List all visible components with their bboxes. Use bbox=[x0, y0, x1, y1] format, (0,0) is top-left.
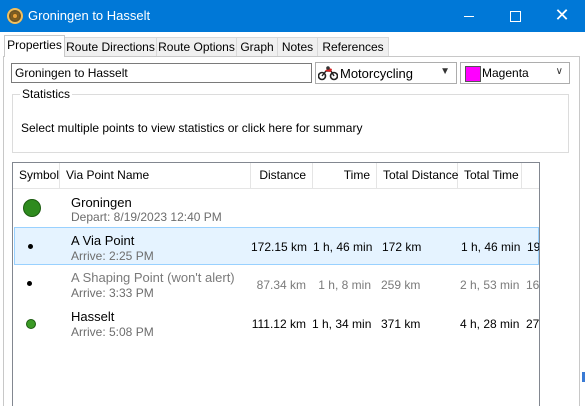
color-select[interactable]: Magenta ∨ bbox=[460, 62, 570, 84]
color-swatch bbox=[465, 66, 481, 82]
via-point-time: Depart: 8/19/2023 12:40 PM bbox=[71, 210, 222, 224]
chevron-down-icon: ∨ bbox=[555, 66, 563, 77]
title-bar: Groningen to Hasselt ✕ bbox=[0, 0, 585, 32]
small-green-dot-icon bbox=[26, 319, 36, 329]
table-row[interactable]: Hasselt Arrive: 5:08 PM 111.12 km 1 h, 3… bbox=[13, 304, 539, 342]
minimize-button[interactable] bbox=[446, 0, 492, 32]
time-cell: 1 h, 46 min bbox=[313, 240, 373, 254]
total-time-cell: 2 h, 53 min bbox=[460, 278, 520, 292]
table-row[interactable]: A Via Point Arrive: 2:25 PM 172.15 km 1 … bbox=[14, 227, 539, 265]
maximize-button[interactable] bbox=[492, 0, 538, 32]
column-header-symbol[interactable]: Symbol bbox=[13, 163, 60, 188]
motorcycle-icon bbox=[318, 66, 338, 81]
via-point-time: Arrive: 5:08 PM bbox=[71, 325, 154, 339]
window-title: Groningen to Hasselt bbox=[28, 8, 151, 23]
list-header: Symbol Via Point Name Distance Time Tota… bbox=[13, 163, 539, 189]
table-row[interactable]: Groningen Depart: 8/19/2023 12:40 PM bbox=[13, 189, 539, 227]
statistics-legend: Statistics bbox=[20, 87, 73, 101]
via-point-name: A Via Point bbox=[71, 233, 135, 248]
small-black-dot-icon bbox=[27, 281, 32, 286]
statistics-summary-link[interactable]: Select multiple points to view statistic… bbox=[21, 121, 362, 135]
tab-properties[interactable]: Properties bbox=[4, 35, 65, 57]
vehicle-select[interactable]: Motorcycling ▼ bbox=[315, 62, 457, 84]
close-icon: ✕ bbox=[554, 5, 570, 26]
overflow-cell: 16 bbox=[526, 278, 540, 292]
maximize-icon bbox=[510, 11, 521, 22]
distance-cell: 87.34 km bbox=[256, 278, 306, 292]
distance-cell: 172.15 km bbox=[251, 240, 308, 254]
total-time-cell: 1 h, 46 min bbox=[461, 240, 521, 254]
app-icon[interactable] bbox=[7, 8, 23, 24]
via-point-name: Groningen bbox=[71, 195, 132, 210]
total-distance-cell: 172 km bbox=[382, 240, 422, 254]
total-distance-cell: 259 km bbox=[381, 278, 421, 292]
vehicle-value: Motorcycling bbox=[340, 66, 413, 81]
via-point-name: Hasselt bbox=[71, 309, 115, 324]
column-header-distance[interactable]: Distance bbox=[251, 163, 313, 188]
tab-route-options[interactable]: Route Options bbox=[156, 37, 237, 56]
tab-references[interactable]: References bbox=[317, 37, 389, 56]
column-header-total-time[interactable]: Total Time bbox=[458, 163, 522, 188]
large-green-circle-icon bbox=[23, 199, 41, 217]
tab-graph[interactable]: Graph bbox=[236, 37, 278, 56]
tab-notes[interactable]: Notes bbox=[277, 37, 318, 56]
time-cell: 1 h, 8 min bbox=[318, 278, 371, 292]
table-row[interactable]: A Shaping Point (won't alert) Arrive: 3:… bbox=[13, 265, 539, 303]
total-time-cell: 4 h, 28 min bbox=[460, 317, 520, 331]
via-point-time: Arrive: 3:33 PM bbox=[71, 286, 154, 300]
tab-route-directions[interactable]: Route Directions bbox=[64, 37, 157, 56]
minimize-icon bbox=[464, 16, 474, 17]
column-header-total-distance[interactable]: Total Distance bbox=[377, 163, 458, 188]
color-value: Magenta bbox=[482, 66, 529, 80]
total-distance-cell: 371 km bbox=[381, 317, 421, 331]
time-cell: 1 h, 34 min bbox=[312, 317, 372, 331]
overflow-cell: 19 bbox=[527, 240, 540, 254]
via-point-name: A Shaping Point (won't alert) bbox=[71, 270, 235, 285]
chevron-down-icon: ▼ bbox=[440, 66, 450, 77]
via-point-list[interactable]: Symbol Via Point Name Distance Time Tota… bbox=[12, 162, 540, 406]
small-black-dot-icon bbox=[28, 244, 33, 249]
overflow-cell: 27 bbox=[526, 317, 540, 331]
route-name-input[interactable]: Groningen to Hasselt bbox=[11, 63, 312, 83]
close-button[interactable]: ✕ bbox=[539, 0, 585, 32]
column-header-name[interactable]: Via Point Name bbox=[60, 163, 251, 188]
via-point-time: Arrive: 2:25 PM bbox=[71, 249, 154, 263]
distance-cell: 111.12 km bbox=[251, 317, 306, 331]
column-header-time[interactable]: Time bbox=[313, 163, 377, 188]
